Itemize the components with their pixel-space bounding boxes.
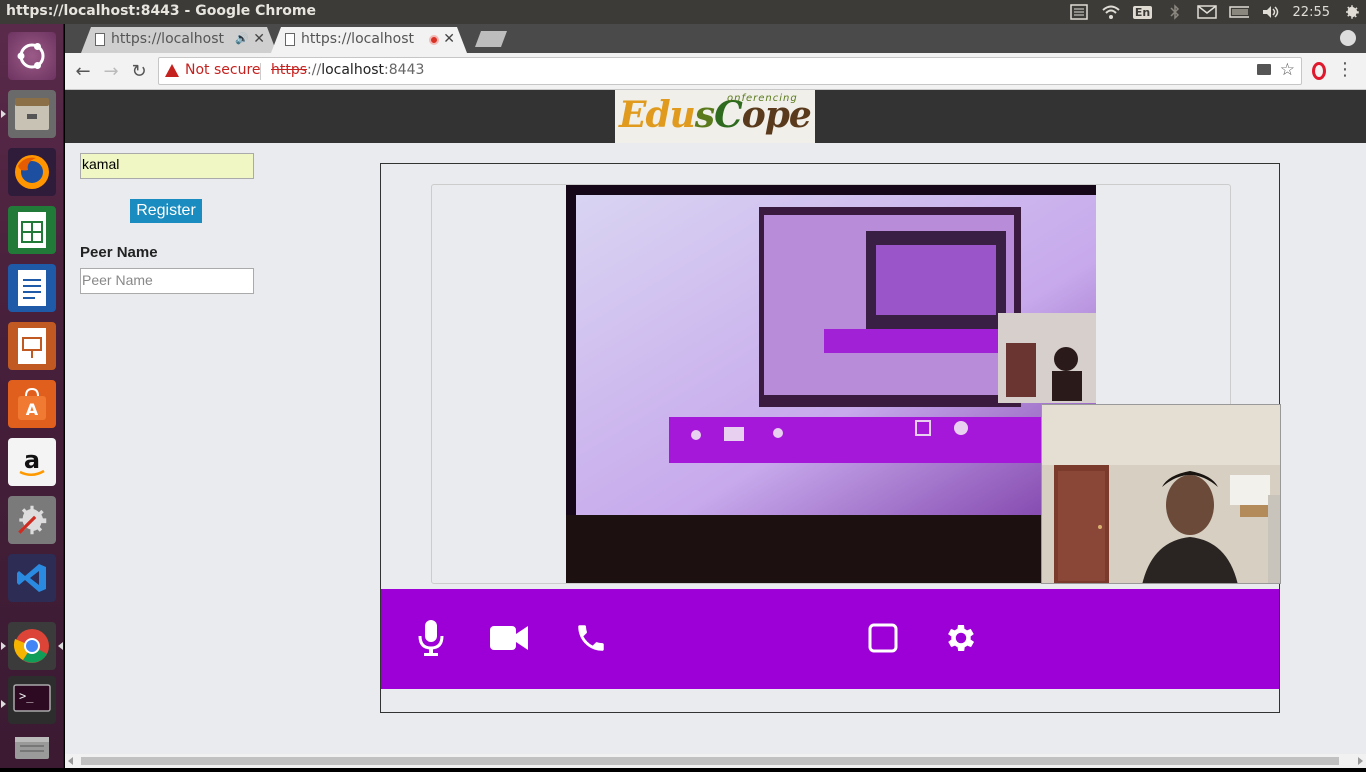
mail-icon[interactable] [1196, 4, 1217, 20]
browser-frame: https://localhost 🔊 ✕ https://localhost … [65, 24, 1366, 90]
page-favicon-icon [95, 33, 105, 46]
scroll-right-arrow-icon[interactable] [1358, 757, 1363, 765]
bluetooth-icon[interactable] [1165, 4, 1185, 20]
clock[interactable]: 22:55 [1293, 5, 1330, 20]
fullscreen-icon[interactable] [859, 614, 907, 662]
tab-strip: https://localhost 🔊 ✕ https://localhost … [65, 24, 1366, 53]
libreoffice-impress-icon[interactable] [8, 322, 56, 370]
camera-in-use-icon[interactable] [1257, 64, 1271, 75]
app-header: EdusCope onferencing [65, 90, 1366, 143]
security-indicator[interactable]: Not secure [165, 62, 261, 78]
opera-extension-icon[interactable] [1312, 62, 1326, 80]
power-gear-icon[interactable] [1342, 4, 1362, 20]
ubuntu-dash-icon[interactable] [8, 32, 56, 80]
launcher-running-indicator [1, 642, 6, 650]
warning-icon [165, 63, 179, 77]
browser-menu-icon[interactable]: ⋮ [1336, 59, 1354, 80]
call-controls-bar [381, 589, 1279, 689]
address-bar[interactable]: Not secure https://localhost:8443 ☆ [158, 57, 1302, 85]
menu-list-icon[interactable] [1069, 4, 1089, 20]
amazon-icon[interactable]: a [8, 438, 56, 486]
back-button[interactable]: ← [71, 59, 95, 83]
remote-video [566, 185, 1096, 583]
browser-toolbar: ← → ↻ Not secure https://localhost:8443 … [65, 53, 1366, 90]
scroll-left-arrow-icon[interactable] [68, 757, 73, 765]
phone-icon[interactable] [567, 614, 615, 662]
audio-icon[interactable]: 🔊 [235, 27, 249, 51]
microphone-icon[interactable] [407, 614, 455, 662]
window-title: https://localhost:8443 - Google Chrome [6, 3, 316, 19]
reload-button[interactable]: ↻ [127, 59, 151, 83]
tab-localhost-2[interactable]: https://localhost ✕ [271, 27, 467, 53]
close-tab-icon[interactable]: ✕ [253, 27, 265, 51]
keyboard-layout-label: En [1132, 5, 1153, 19]
keyboard-icon[interactable]: En [1132, 4, 1153, 20]
tab-title: https://localhost [111, 31, 225, 47]
libreoffice-writer-icon[interactable] [8, 264, 56, 312]
vscode-icon[interactable] [8, 554, 56, 602]
scrollbar-thumb[interactable] [81, 757, 1339, 765]
trash-icon[interactable] [8, 724, 56, 772]
system-settings-icon[interactable] [8, 496, 56, 544]
page-favicon-icon [285, 33, 295, 46]
battery-icon[interactable] [1228, 4, 1249, 20]
tab-title: https://localhost [301, 31, 415, 47]
bookmark-star-icon[interactable]: ☆ [1280, 60, 1295, 80]
call-container [380, 163, 1281, 713]
eduscope-logo: EdusCope onferencing [615, 90, 815, 143]
volume-icon[interactable] [1261, 4, 1281, 20]
chrome-icon[interactable] [8, 622, 56, 670]
launcher-running-indicator [1, 700, 6, 708]
horizontal-scrollbar[interactable] [65, 754, 1366, 768]
local-video [1041, 404, 1281, 584]
not-secure-label: Not secure [185, 62, 261, 78]
svg-text:A: A [26, 400, 39, 419]
svg-text:a: a [24, 446, 40, 474]
close-tab-icon[interactable]: ✕ [443, 27, 455, 51]
launcher-running-indicator [1, 110, 6, 118]
firefox-icon[interactable] [8, 148, 56, 196]
launcher: A a >_ [0, 24, 64, 768]
username-input[interactable]: kamal [80, 153, 254, 179]
video-camera-icon[interactable] [485, 614, 533, 662]
libreoffice-calc-icon[interactable] [8, 206, 56, 254]
software-center-icon[interactable]: A [8, 380, 56, 428]
peer-name-label: Peer Name [80, 244, 158, 261]
profile-icon[interactable] [1340, 30, 1356, 46]
register-button[interactable]: Register [130, 199, 202, 223]
peer-name-input[interactable]: Peer Name [80, 268, 254, 294]
url-text[interactable]: https://localhost:8443 [271, 62, 424, 78]
svg-text:>_: >_ [19, 689, 34, 703]
omnibox-divider [260, 63, 261, 80]
settings-gear-icon[interactable] [937, 614, 985, 662]
recording-icon [429, 35, 439, 45]
page-content: EdusCope onferencing kamal Register Peer… [65, 90, 1366, 768]
launcher-focused-indicator [58, 642, 63, 650]
terminal-icon[interactable]: >_ [8, 676, 56, 724]
files-icon[interactable] [8, 90, 56, 138]
wifi-icon[interactable] [1101, 4, 1121, 20]
forward-button[interactable]: → [99, 59, 123, 83]
system-tray: En 22:55 [1069, 0, 1362, 24]
system-top-bar: https://localhost:8443 - Google Chrome E… [0, 0, 1366, 24]
new-tab-button[interactable] [475, 31, 507, 47]
tab-localhost-1[interactable]: https://localhost 🔊 ✕ [81, 27, 277, 53]
